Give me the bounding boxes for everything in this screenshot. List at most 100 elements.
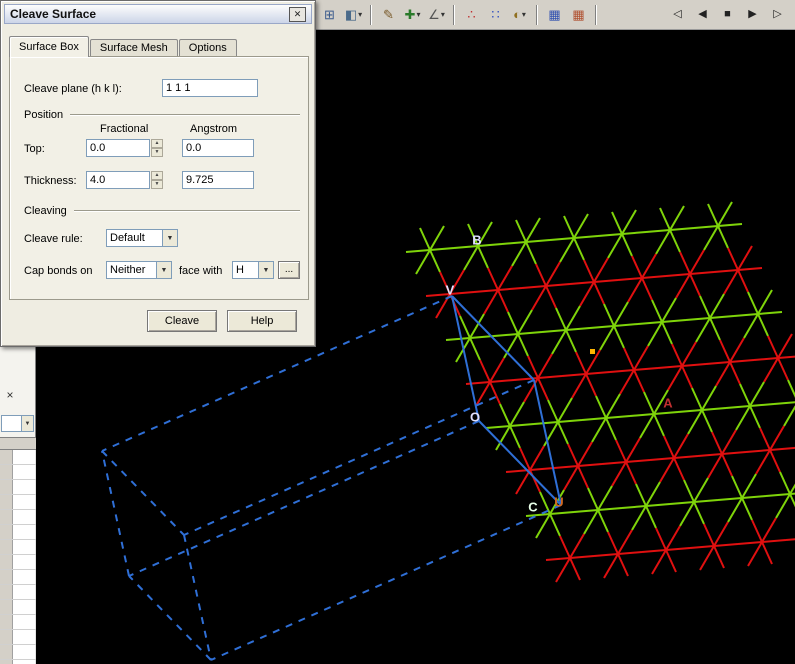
face-with-label: face with (179, 265, 223, 277)
table-row (0, 555, 36, 570)
grid-cell[interactable] (13, 660, 36, 664)
atom-display-button[interactable]: ∴ (460, 4, 483, 26)
grid-cell[interactable] (13, 525, 36, 539)
cleave-plane-label: Cleave plane (h k l): (24, 83, 122, 95)
thickness-spin-down-button[interactable]: ▼ (151, 180, 163, 189)
grid-cell[interactable] (13, 510, 36, 524)
thickness-angstrom-input[interactable] (182, 171, 254, 189)
bond-display-icon: ∷ (491, 7, 500, 22)
chevron-down-icon: ▾ (440, 10, 445, 19)
step-back-button[interactable]: ◁ (666, 4, 689, 26)
cap-bonds-label: Cap bonds on (24, 265, 93, 277)
table-row (0, 615, 36, 630)
row-header (0, 465, 13, 479)
measure-tool-button[interactable]: ∠ ▾ (425, 4, 448, 26)
sketch-tool-button[interactable]: ✎ (377, 4, 400, 26)
play-reverse-icon: ◀ (698, 8, 707, 20)
browse-button[interactable]: ... (278, 261, 300, 279)
row-header (0, 480, 13, 494)
chevron-down-icon[interactable]: ▼ (156, 262, 171, 278)
top-angstrom-input[interactable] (182, 139, 254, 157)
row-header (0, 540, 13, 554)
side-combo[interactable]: ▼ (1, 415, 34, 432)
row-header (0, 450, 13, 464)
fractional-column-header: Fractional (100, 123, 149, 135)
toolbar-separator (536, 4, 538, 25)
grid-cell[interactable] (13, 645, 36, 659)
grid-cell[interactable] (13, 495, 36, 509)
play-button[interactable]: ▶ (741, 4, 764, 26)
cleave-surface-dialog: Cleave Surface ✕ Surface Box Surface Mes… (0, 0, 316, 347)
cleave-rule-combo[interactable]: Default ▼ (106, 229, 178, 247)
face-with-value: H (236, 264, 244, 276)
mini-spreadsheet[interactable] (0, 437, 36, 664)
table-row (0, 525, 36, 540)
top-label: Top: (24, 143, 45, 155)
display-style-icon: ◐ (513, 7, 521, 22)
top-spin-up-button[interactable]: ▲ (151, 139, 163, 148)
chevron-down-icon[interactable]: ▼ (21, 416, 33, 431)
study-table-icon: ▦ (548, 7, 561, 22)
tab-options[interactable]: Options (178, 39, 237, 57)
position-group-line (70, 114, 300, 116)
grid-cell[interactable] (13, 450, 36, 464)
table-row (0, 495, 36, 510)
toolbar-separator (595, 4, 597, 25)
grid-cell[interactable] (13, 630, 36, 644)
panel-close-button[interactable]: × (3, 389, 17, 403)
play-reverse-button[interactable]: ◀ (691, 4, 714, 26)
tab-surface-box[interactable]: Surface Box (9, 36, 89, 57)
display-style-button[interactable]: ◐ ▾ (508, 4, 531, 26)
selection-tool-button[interactable]: ⊞ (318, 4, 341, 26)
grid-cell[interactable] (13, 465, 36, 479)
application-window: ⊞ ◧ ▾ ✎ ✚ ▾ ∠ ▾ ∴ ∷ ◐ ▾ ▦ ▦ ◁ ◀ ■ ▶ ▷ BVOACU × ▼ Cleave S… (0, 0, 795, 664)
bond-display-button[interactable]: ∷ (484, 4, 507, 26)
grid-cell[interactable] (13, 570, 36, 584)
table-row (0, 540, 36, 555)
grid-cell[interactable] (13, 555, 36, 569)
table-row (0, 660, 36, 664)
thickness-fractional-input[interactable] (86, 171, 150, 189)
cleaving-group-label: Cleaving (24, 205, 67, 217)
thickness-spin-up-button[interactable]: ▲ (151, 171, 163, 180)
adjust-tool-button[interactable]: ✚ ▾ (401, 4, 424, 26)
table-row (0, 645, 36, 660)
stop-button[interactable]: ■ (716, 4, 739, 26)
cleave-plane-input[interactable] (162, 79, 258, 97)
table-row (0, 465, 36, 480)
chevron-down-icon[interactable]: ▼ (258, 262, 273, 278)
chart-table-button[interactable]: ▦ (567, 4, 590, 26)
grid-cell[interactable] (13, 585, 36, 599)
tab-surface-mesh[interactable]: Surface Mesh (89, 39, 178, 57)
top-spin-down-button[interactable]: ▼ (151, 148, 163, 157)
row-header (0, 555, 13, 569)
thickness-fractional-spinner: ▲ ▼ (151, 171, 163, 189)
chart-table-icon: ▦ (572, 7, 585, 22)
grid-cell[interactable] (13, 540, 36, 554)
cleave-button[interactable]: Cleave (147, 310, 217, 332)
table-row (0, 510, 36, 525)
row-header (0, 510, 13, 524)
grid-cell[interactable] (13, 480, 36, 494)
step-forward-button[interactable]: ▷ (766, 4, 789, 26)
dialog-titlebar[interactable]: Cleave Surface ✕ (4, 4, 312, 24)
cap-bonds-combo[interactable]: Neither ▼ (106, 261, 172, 279)
grid-cell[interactable] (13, 615, 36, 629)
chevron-down-icon[interactable]: ▼ (162, 230, 177, 246)
table-row (0, 600, 36, 615)
row-header (0, 525, 13, 539)
dialog-title: Cleave Surface (10, 7, 97, 21)
top-fractional-input[interactable] (86, 139, 150, 157)
toolbar-separator (370, 4, 372, 25)
selection-tool-icon: ⊞ (324, 7, 335, 22)
dialog-close-button[interactable]: ✕ (289, 6, 306, 22)
face-with-combo[interactable]: H ▼ (232, 261, 274, 279)
measure-tool-icon: ∠ (428, 7, 440, 22)
cleaving-group-line (74, 210, 300, 212)
chevron-down-icon: ▾ (358, 10, 363, 19)
grid-cell[interactable] (13, 600, 36, 614)
view-tool-button[interactable]: ◧ ▾ (342, 4, 365, 26)
cleave-rule-value: Default (110, 232, 145, 244)
help-button[interactable]: Help (227, 310, 297, 332)
study-table-button[interactable]: ▦ (543, 4, 566, 26)
